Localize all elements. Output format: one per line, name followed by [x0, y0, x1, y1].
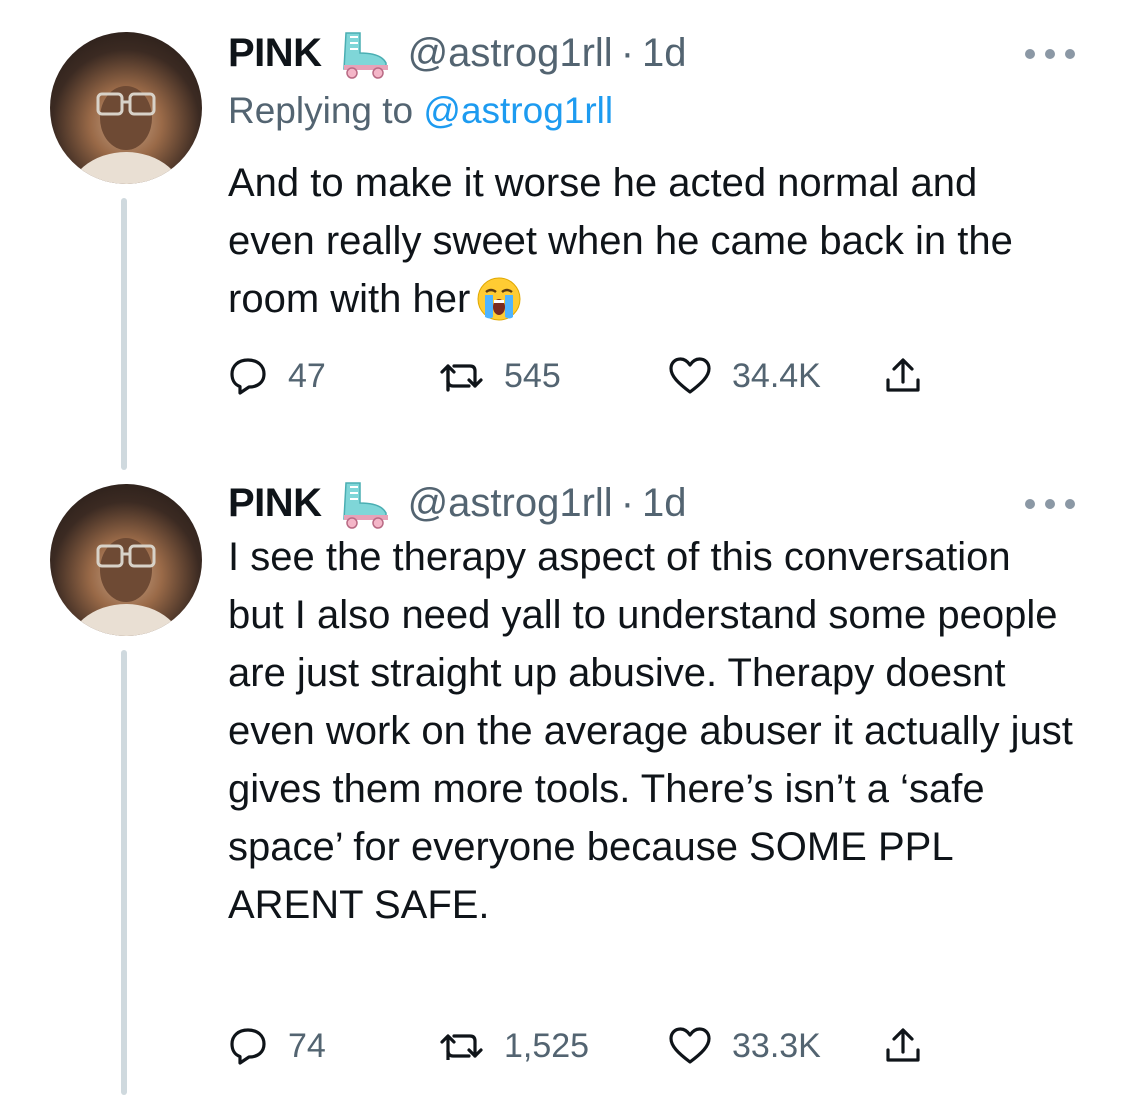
tweet-actions: 47 545 34.4K — [228, 350, 988, 402]
avatar[interactable] — [50, 32, 202, 184]
thread-line — [121, 198, 127, 470]
avatar-photo — [70, 538, 182, 636]
roller-skate-icon — [334, 27, 394, 79]
retweet-count: 1,525 — [504, 1026, 590, 1065]
replying-to-link[interactable]: @astrog1rll — [423, 90, 613, 131]
roller-skate-icon — [334, 477, 394, 529]
handle[interactable]: @astrog1rll — [408, 31, 613, 76]
share-icon — [886, 1028, 920, 1062]
more-options-icon[interactable] — [1025, 44, 1075, 64]
timestamp[interactable]: 1d — [642, 31, 687, 76]
display-name[interactable]: PINK — [228, 31, 322, 76]
separator: · — [620, 480, 635, 525]
share-icon — [886, 358, 920, 392]
reply-icon — [230, 1028, 266, 1065]
reply-button[interactable]: 47 — [228, 350, 326, 402]
tweet-text-body: I see the therapy aspect of this convers… — [228, 535, 1073, 927]
like-count: 34.4K — [732, 356, 821, 395]
tweet-text: And to make it worse he acted normal and… — [228, 154, 1075, 328]
more-options-icon[interactable] — [1025, 494, 1075, 514]
reply-button[interactable]: 74 — [228, 1020, 326, 1072]
separator: · — [620, 30, 635, 75]
retweet-icon — [440, 364, 483, 392]
like-button[interactable]: 33.3K — [668, 1020, 821, 1072]
timestamp[interactable]: 1d — [642, 481, 687, 526]
thread-line — [121, 650, 127, 1095]
avatar-photo — [70, 86, 182, 184]
share-button[interactable] — [883, 1020, 923, 1072]
reply-count: 74 — [288, 1026, 326, 1065]
tweet-text: I see the therapy aspect of this convers… — [228, 528, 1075, 934]
tweet-2[interactable]: PINK @astrog1rll · 1d I see the therapy … — [0, 470, 1125, 1095]
retweet-button[interactable]: 1,525 — [440, 1020, 589, 1072]
heart-icon — [669, 357, 711, 394]
tweet-header: PINK @astrog1rll · 1d — [228, 27, 1075, 79]
tweet-header: PINK @astrog1rll · 1d — [228, 477, 1075, 529]
like-count: 33.3K — [732, 1026, 821, 1065]
display-name[interactable]: PINK — [228, 481, 322, 526]
heart-icon — [669, 1027, 711, 1064]
tweet-1[interactable]: PINK @astrog1rll · 1d Replying to @astro… — [0, 0, 1125, 470]
tweet-text-body: And to make it worse he acted normal and… — [228, 161, 1013, 321]
reply-icon — [230, 358, 266, 395]
replying-to: Replying to @astrog1rll — [228, 88, 1075, 134]
avatar[interactable] — [50, 484, 202, 636]
handle[interactable]: @astrog1rll — [408, 481, 613, 526]
retweet-icon — [440, 1034, 483, 1060]
tweet-actions: 74 1,525 33.3K — [228, 1020, 988, 1072]
reply-count: 47 — [288, 356, 326, 395]
tweet-content: PINK @astrog1rll · 1d Replying to @astro… — [228, 28, 1075, 328]
retweet-count: 545 — [504, 356, 561, 395]
share-button[interactable] — [883, 350, 923, 402]
retweet-button[interactable]: 545 — [440, 350, 561, 402]
tweet-content: PINK @astrog1rll · 1d I see the therapy … — [228, 478, 1075, 934]
like-button[interactable]: 34.4K — [668, 350, 821, 402]
loudly-crying-face-icon — [476, 276, 522, 322]
replying-prefix: Replying to — [228, 90, 424, 131]
